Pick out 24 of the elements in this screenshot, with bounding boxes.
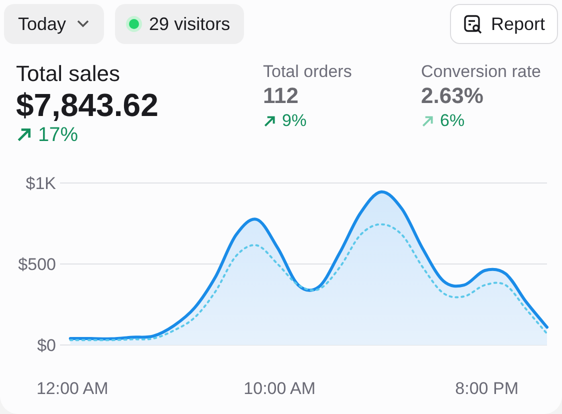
y-axis-label: $1K xyxy=(26,174,56,193)
report-search-icon xyxy=(462,14,483,34)
stat-change: 6% xyxy=(440,110,465,132)
stat-change: 9% xyxy=(282,110,307,132)
x-axis-label: 8:00 PM xyxy=(455,379,518,398)
report-button[interactable]: Report xyxy=(450,4,558,44)
arrow-up-right-icon xyxy=(421,114,434,128)
arrow-up-right-icon xyxy=(16,127,32,143)
x-axis-label: 10:00 AM xyxy=(244,379,316,398)
stat-value: 112 xyxy=(263,82,300,110)
stat-label: Total sales xyxy=(16,62,121,86)
stat-change: 17% xyxy=(38,124,78,146)
period-dropdown[interactable]: Today xyxy=(4,4,104,44)
stat-value: 2.63% xyxy=(421,82,484,110)
visitors-count-badge: 29 visitors xyxy=(115,4,244,44)
stat-label: Conversion rate xyxy=(421,62,542,82)
arrow-up-right-icon xyxy=(263,114,276,128)
x-axis-label: 12:00 AM xyxy=(36,379,108,398)
chevron-down-icon xyxy=(76,19,90,29)
stat-value: $7,843.62 xyxy=(16,86,160,124)
live-dot-icon xyxy=(129,19,140,29)
y-axis-label: $0 xyxy=(37,336,56,355)
y-axis-label: $500 xyxy=(18,255,56,274)
stat-label: Total orders xyxy=(263,62,353,82)
